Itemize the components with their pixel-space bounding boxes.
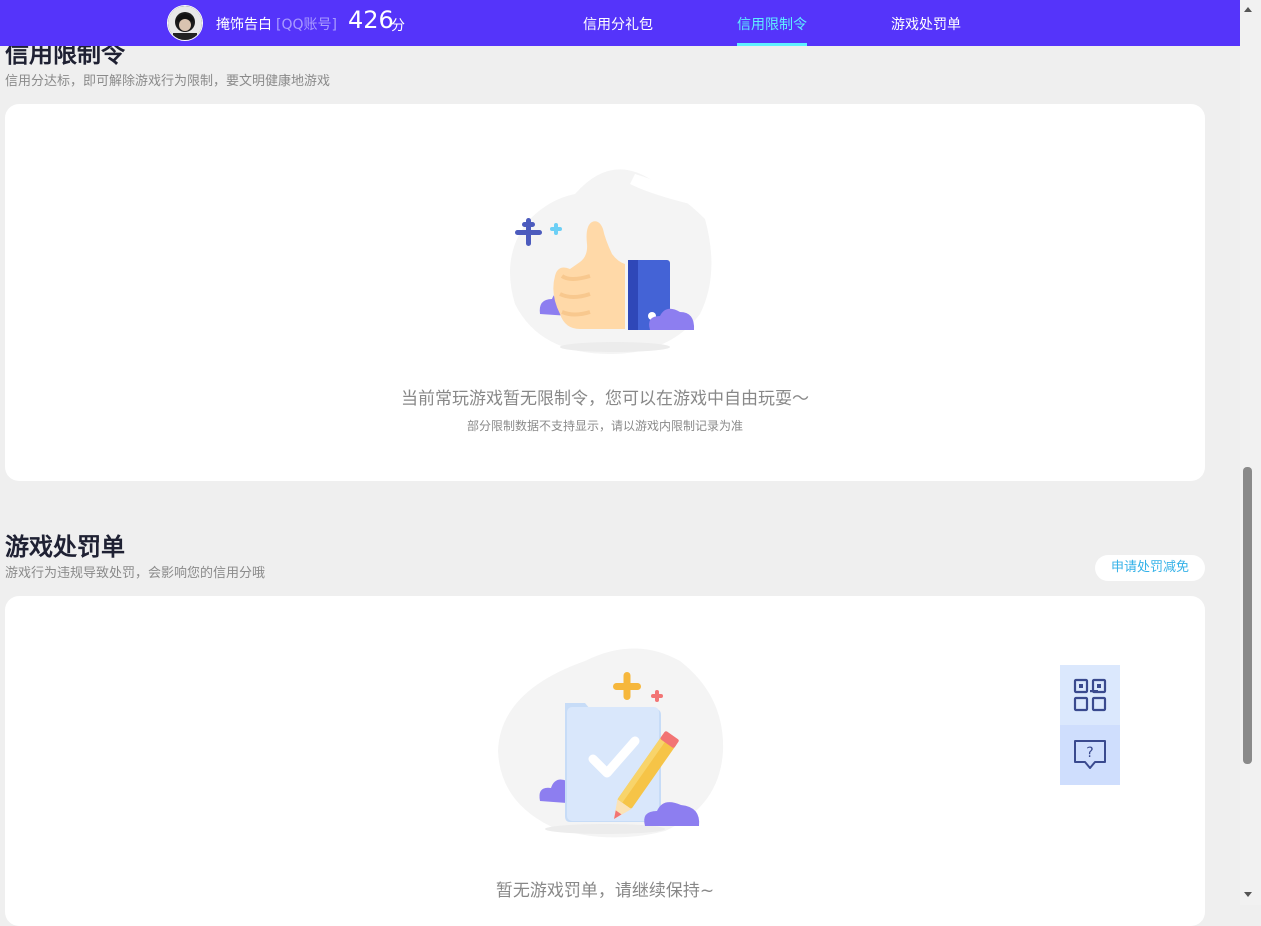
nav-credit-gift[interactable]: 信用分礼包: [583, 14, 653, 34]
thumbs-up-icon: [510, 169, 712, 354]
score-unit: 分: [391, 18, 405, 34]
restriction-card: 当前常玩游戏暂无限制令，您可以在游戏中自由玩耍～ 部分限制数据不支持显示，请以游…: [5, 104, 1205, 481]
scroll-down-icon[interactable]: [1242, 890, 1254, 900]
help-button[interactable]: ?: [1060, 725, 1120, 785]
nav-active-indicator: [737, 43, 807, 46]
qr-code-icon: [1073, 678, 1107, 712]
penalty-card: 暂无游戏罚单，请继续保持~: [5, 596, 1205, 926]
penalty-title: 游戏处罚单: [5, 533, 125, 561]
restriction-subtitle: 信用分达标，即可解除游戏行为限制，要文明健康地游戏: [5, 74, 331, 89]
svg-text:?: ?: [1086, 745, 1093, 761]
credit-score: 426: [348, 6, 394, 34]
restriction-empty-note: 部分限制数据不支持显示，请以游戏内限制记录为准: [466, 419, 743, 433]
penalty-subtitle: 游戏行为违规导致处罚，会影响您的信用分哦: [5, 566, 266, 581]
user-name: 掩饰告白: [216, 17, 272, 33]
checklist-pencil-icon: [498, 648, 724, 838]
help-chat-icon: ?: [1074, 740, 1106, 769]
nav-credit-restriction[interactable]: 信用限制令: [737, 14, 807, 34]
scrollbar-track[interactable]: [1240, 0, 1261, 905]
account-type: [QQ账号]: [276, 17, 337, 33]
avatar[interactable]: [167, 5, 203, 41]
apply-penalty-reduction-button[interactable]: 申请处罚减免: [1095, 555, 1205, 581]
nav-game-penalty[interactable]: 游戏处罚单: [891, 14, 961, 34]
qr-code-button[interactable]: [1060, 665, 1120, 725]
scroll-up-icon[interactable]: [1242, 4, 1254, 14]
top-bar: 掩饰告白 [QQ账号] 426 分 信用分礼包 信用限制令 游戏处罚单: [0, 0, 1240, 46]
restriction-empty-message: 当前常玩游戏暂无限制令，您可以在游戏中自由玩耍～: [401, 389, 809, 409]
scrollbar-thumb[interactable]: [1243, 467, 1252, 764]
penalty-empty-message: 暂无游戏罚单，请继续保持~: [495, 881, 715, 901]
